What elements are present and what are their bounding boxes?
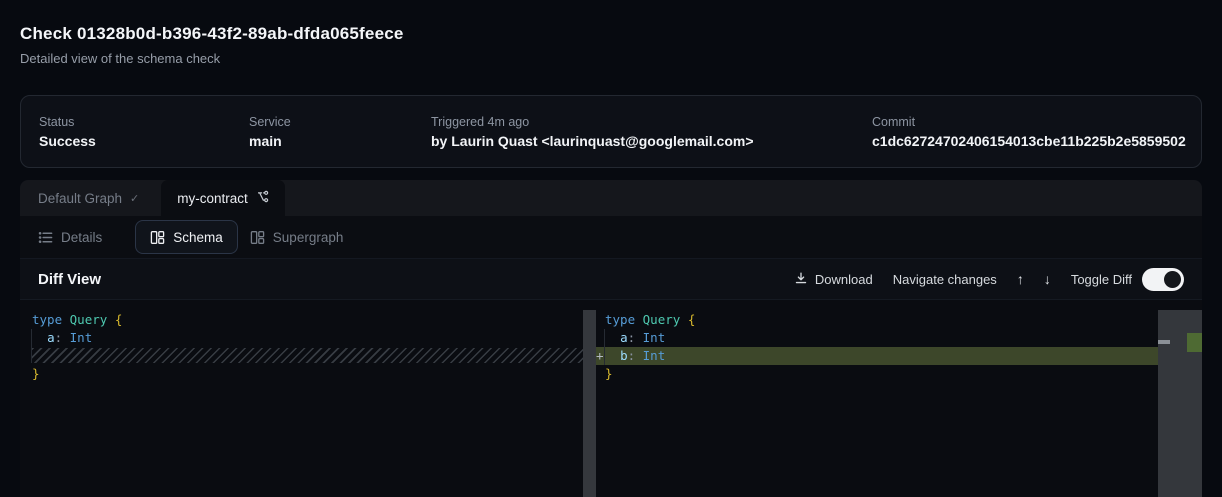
previous-change-button[interactable]: ↑ <box>1017 271 1024 287</box>
indent-guide <box>604 329 605 365</box>
diff-added-line: + b: Int <box>596 347 1158 365</box>
subtab-supergraph[interactable]: Supergraph <box>250 230 344 245</box>
code-line: a: Int <box>596 329 1158 347</box>
toggle-diff-switch[interactable] <box>1142 268 1184 291</box>
view-subtabs: Details Schema Supergraph <box>20 216 1202 258</box>
navigate-changes-button[interactable]: Navigate changes <box>893 272 997 287</box>
diff-view-title: Diff View <box>38 271 101 288</box>
service-value: main <box>249 133 431 149</box>
tab-default-graph[interactable]: Default Graph ✓ <box>38 180 161 216</box>
summary-field-commit: Commit c1dc62724702406154013cbe11b225b2e… <box>872 115 1186 149</box>
list-icon <box>38 230 53 245</box>
diff-view-header: Diff View Download Navigate changes ↑ ↓ <box>20 258 1202 300</box>
page-subtitle: Detailed view of the schema check <box>20 51 404 66</box>
subtab-schema[interactable]: Schema <box>135 220 238 254</box>
diff-controls: Download Navigate changes ↑ ↓ Toggle Dif… <box>794 268 1184 291</box>
summary-label: Service <box>249 115 431 129</box>
page-title: Check 01328b0d-b396-43f2-89ab-dfda065fee… <box>20 24 404 44</box>
diff-gutter-sign <box>596 311 605 329</box>
summary-field-status: Status Success <box>39 115 249 149</box>
next-change-button[interactable]: ↓ <box>1044 271 1051 287</box>
navigate-changes-label: Navigate changes <box>893 272 997 287</box>
diff-original-pane[interactable]: type Query { a: Int} <box>20 300 596 497</box>
tab-my-contract[interactable]: my-contract <box>161 180 285 216</box>
code-line: a: Int <box>32 329 583 347</box>
toggle-diff-control: Toggle Diff <box>1071 268 1184 291</box>
original-pane-scrollbar[interactable] <box>583 310 596 497</box>
code-line: } <box>32 365 583 383</box>
toggle-diff-label: Toggle Diff <box>1071 272 1132 287</box>
summary-label: Triggered 4m ago <box>431 115 872 129</box>
summary-field-triggered: Triggered 4m ago by Laurin Quast <laurin… <box>431 115 872 149</box>
code-line: } <box>596 365 1158 383</box>
added-change-marker <box>1187 333 1202 352</box>
tab-default-graph-label: Default Graph <box>38 191 122 206</box>
check-icon: ✓ <box>130 192 139 205</box>
commit-hash-value: c1dc62724702406154013cbe11b225b2e5859502 <box>872 133 1186 149</box>
tab-my-contract-label: my-contract <box>177 191 248 206</box>
page-header: Check 01328b0d-b396-43f2-89ab-dfda065fee… <box>20 24 404 66</box>
diff-overview-ruler[interactable] <box>1158 310 1202 497</box>
subtab-details[interactable]: Details <box>38 230 114 245</box>
diff-filler-line <box>32 348 583 363</box>
download-icon <box>794 271 808 288</box>
supergraph-layout-icon <box>250 230 265 245</box>
diff-gutter-sign <box>596 365 605 383</box>
graph-tab-strip: Default Graph ✓ my-contract <box>20 180 1202 216</box>
arrow-down-icon: ↓ <box>1044 271 1051 287</box>
diff-modified-pane[interactable]: type Query { a: Int+ b: Int } <box>596 300 1202 497</box>
contract-split-icon <box>256 190 269 206</box>
subtab-supergraph-label: Supergraph <box>273 230 344 245</box>
subtab-schema-label: Schema <box>173 230 223 245</box>
status-value: Success <box>39 133 249 149</box>
schema-layout-icon <box>150 230 165 245</box>
summary-field-service: Service main <box>249 115 431 149</box>
check-detail-panel: Details Schema Supergraph <box>20 216 1202 497</box>
summary-label: Commit <box>872 115 1186 129</box>
schema-diff-editor: type Query { a: Int} type Query { a: Int… <box>20 300 1202 497</box>
ruler-thumb <box>1158 340 1170 344</box>
triggered-by-value: by Laurin Quast <laurinquast@googlemail.… <box>431 133 872 149</box>
indent-guide <box>31 329 32 363</box>
download-button[interactable]: Download <box>794 271 873 288</box>
code-line: type Query { <box>32 311 583 329</box>
summary-label: Status <box>39 115 249 129</box>
arrow-up-icon: ↑ <box>1017 271 1024 287</box>
download-label: Download <box>815 272 873 287</box>
code-line: type Query { <box>596 311 1158 329</box>
check-summary-card: Status Success Service main Triggered 4m… <box>20 95 1202 168</box>
switch-knob <box>1164 271 1181 288</box>
subtab-details-label: Details <box>61 230 102 245</box>
